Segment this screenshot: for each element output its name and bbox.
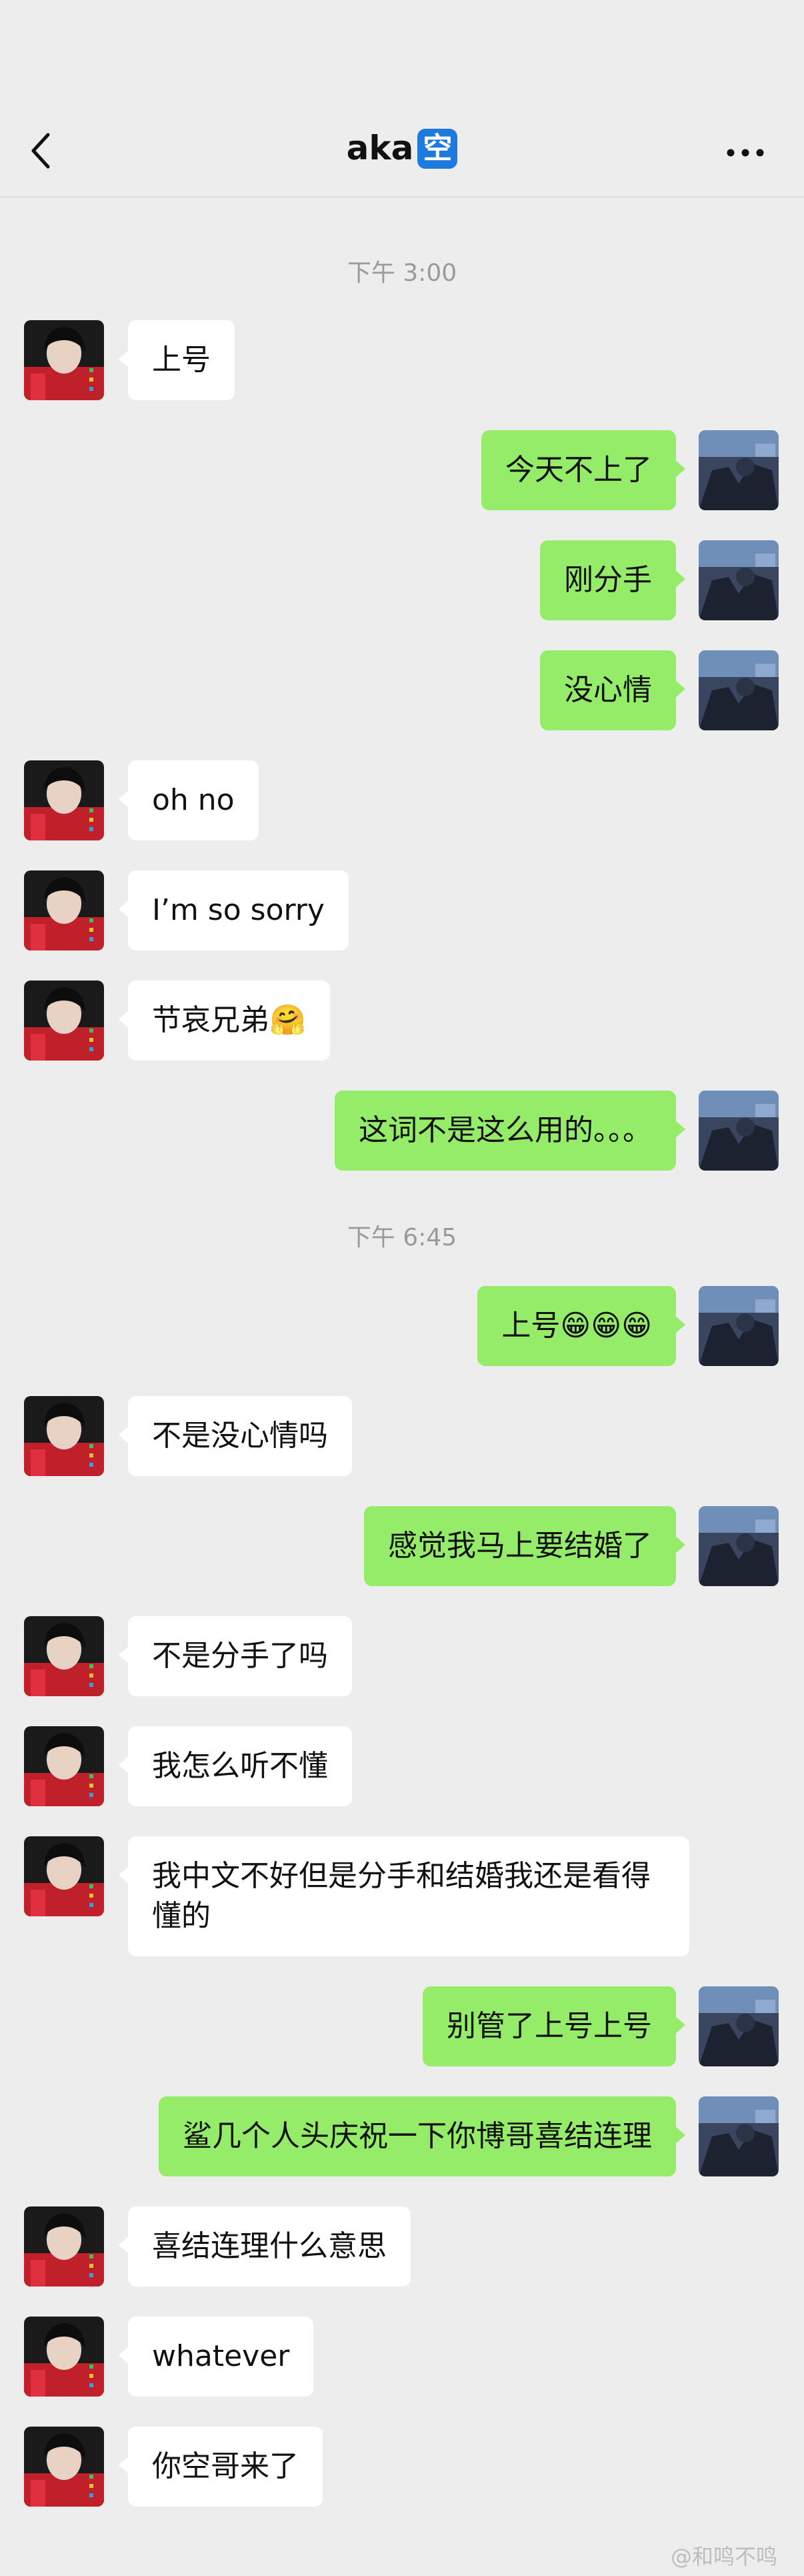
my-avatar[interactable] [699, 1286, 779, 1366]
chat-title-badge: 空 [417, 129, 458, 169]
my-avatar[interactable] [699, 650, 779, 730]
my-avatar[interactable] [699, 1506, 779, 1586]
contact-avatar[interactable] [24, 870, 104, 950]
contact-avatar[interactable] [24, 981, 104, 1061]
contact-avatar[interactable] [24, 1726, 104, 1806]
my-avatar[interactable] [699, 2096, 779, 2176]
contact-avatar[interactable] [24, 1396, 104, 1476]
message-bubble-sent[interactable]: 这词不是这么用的。。。 [335, 1091, 685, 1171]
message-bubble-sent[interactable]: 没心情 [540, 650, 685, 730]
message-bubble-received[interactable]: 喜结连理什么意思 [119, 2206, 411, 2287]
message-bubble-received[interactable]: 我怎么听不懂 [119, 1726, 352, 1806]
contact-avatar[interactable] [24, 760, 104, 840]
message-bubble-sent[interactable]: 上号😁😁😁 [477, 1286, 685, 1366]
message-bubble-sent[interactable]: 刚分手 [540, 540, 685, 620]
timestamp: 下午 3:00 [347, 259, 457, 287]
contact-avatar[interactable] [24, 2317, 104, 2397]
message-bubble-received[interactable]: 节哀兄弟🤗 [119, 981, 330, 1061]
message-bubble-received[interactable]: 不是分手了吗 [119, 1616, 352, 1696]
message-bubble-received[interactable]: 你空哥来了 [119, 2427, 323, 2507]
message-bubble-received[interactable]: I’m so sorry [119, 870, 349, 950]
message-bubble-received[interactable]: oh no [119, 760, 259, 840]
message-bubble-received[interactable]: 上号 [119, 320, 235, 400]
contact-avatar[interactable] [24, 1836, 104, 1916]
message-bubble-received[interactable]: 我中文不好但是分手和结婚我还是看得懂的 [119, 1836, 689, 1956]
my-avatar[interactable] [699, 1091, 779, 1171]
my-avatar[interactable] [699, 1986, 779, 2066]
message-bubble-sent[interactable]: 别管了上号上号 [423, 1986, 685, 2066]
my-avatar[interactable] [699, 540, 779, 620]
message-bubble-sent[interactable]: 鲨几个人头庆祝一下你博哥喜结连理 [159, 2096, 685, 2176]
chat-title-text: aka [346, 129, 414, 167]
message-bubble-received[interactable]: whatever [118, 2317, 314, 2397]
message-bubble-received[interactable]: 不是没心情吗 [119, 1396, 352, 1476]
contact-avatar[interactable] [24, 1616, 104, 1696]
contact-avatar[interactable] [24, 2427, 104, 2507]
message-bubble-sent[interactable]: 感觉我马上要结婚了 [364, 1506, 685, 1586]
timestamp: 下午 6:45 [347, 1224, 457, 1251]
contact-avatar[interactable] [24, 2206, 104, 2287]
watermark: @和鸣不鸣 [670, 2544, 777, 2569]
chat-header: aka 空 [0, 0, 804, 197]
chat-title: aka 空 [0, 129, 804, 169]
more-dots-icon[interactable] [725, 138, 765, 167]
my-avatar[interactable] [699, 430, 779, 510]
contact-avatar[interactable] [24, 320, 104, 400]
message-bubble-sent[interactable]: 今天不上了 [481, 430, 685, 510]
